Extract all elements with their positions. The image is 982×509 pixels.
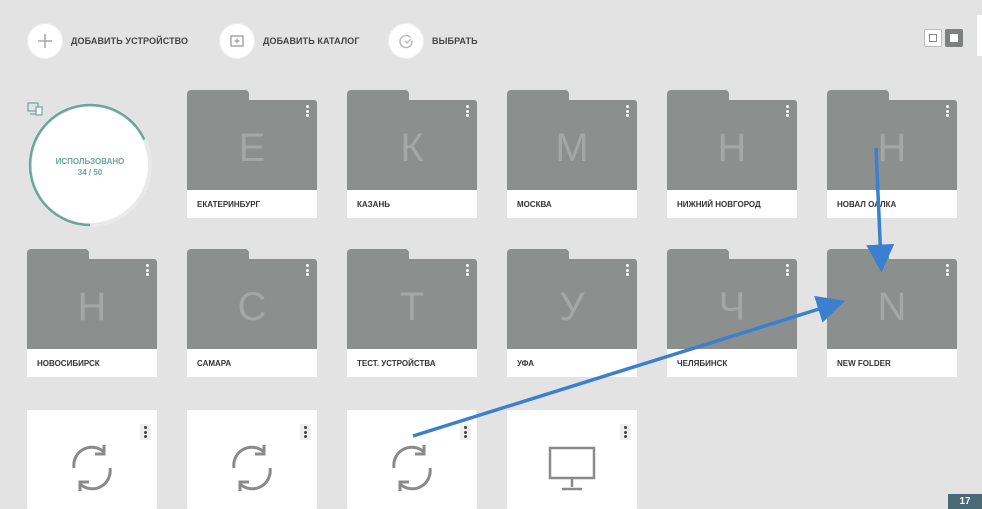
more-options-icon[interactable] xyxy=(783,104,791,118)
add-catalog-label: ДОБАВИТЬ КАТАЛОГ xyxy=(263,36,360,46)
folder-tile[interactable]: Н НОВОСИБИРСК xyxy=(27,249,157,377)
more-options-icon[interactable] xyxy=(943,263,951,277)
corner-badge: 17 xyxy=(948,494,982,509)
folder-letter: Н xyxy=(717,125,747,170)
folder-name: NEW FOLDER xyxy=(827,349,957,377)
view-toggle xyxy=(924,29,963,47)
grid-view-icon[interactable] xyxy=(945,29,963,47)
folder-tile[interactable]: К КАЗАНЬ xyxy=(347,90,477,218)
device-tile[interactable] xyxy=(347,410,477,509)
folder-name: КАЗАНЬ xyxy=(347,190,477,218)
more-options-icon[interactable] xyxy=(143,263,151,277)
device-tile[interactable] xyxy=(187,410,317,509)
more-options-icon[interactable] xyxy=(303,104,311,118)
folder-tile[interactable]: Ч ЧЕЛЯБИНСК xyxy=(667,249,797,377)
select-icon xyxy=(388,23,424,59)
add-catalog-button[interactable]: ДОБАВИТЬ КАТАЛОГ xyxy=(219,23,360,59)
more-options-icon[interactable] xyxy=(463,104,471,118)
usage-label: ИСПОЛЬЗОВАНО xyxy=(55,157,125,166)
folder-letter: С xyxy=(237,284,267,329)
folder-letter: Ч xyxy=(718,284,746,329)
folder-name: НИЖНИЙ НОВГОРОД xyxy=(667,190,797,218)
folder-tile[interactable]: С САМАРА xyxy=(187,249,317,377)
folder-tile[interactable]: Е ЕКАТЕРИНБУРГ xyxy=(187,90,317,218)
folder-name: ЕКАТЕРИНБУРГ xyxy=(187,190,317,218)
folder-letter: Н xyxy=(877,125,907,170)
add-folder-icon xyxy=(219,23,255,59)
folder-letter: К xyxy=(400,125,424,170)
sync-icon xyxy=(27,434,157,509)
device-tile[interactable] xyxy=(507,410,637,509)
folder-name: ТЕСТ. УСТРОЙСТВА xyxy=(347,349,477,377)
folder-tile[interactable]: Н НИЖНИЙ НОВГОРОД xyxy=(667,90,797,218)
folder-tile[interactable]: У УФА xyxy=(507,249,637,377)
scroll-edge xyxy=(977,15,982,56)
folder-tile[interactable]: Н НОВАЛ ОАЛКА xyxy=(827,90,957,218)
add-device-label: ДОБАВИТЬ УСТРОЙСТВО xyxy=(71,36,189,46)
add-device-button[interactable]: ДОБАВИТЬ УСТРОЙСТВО xyxy=(27,23,188,59)
folder-letter: М xyxy=(555,125,589,170)
device-tile[interactable] xyxy=(27,410,157,509)
folder-name: НОВАЛ ОАЛКА xyxy=(827,190,957,218)
folder-letter: У xyxy=(559,284,585,329)
folder-letter: N xyxy=(877,284,907,329)
plus-icon xyxy=(27,23,63,59)
folder-name: ЧЕЛЯБИНСК xyxy=(667,349,797,377)
toolbar: ДОБАВИТЬ УСТРОЙСТВО ДОБАВИТЬ КАТАЛОГ ВЫБ… xyxy=(0,0,982,80)
sync-icon xyxy=(187,434,317,509)
list-view-icon[interactable] xyxy=(924,29,942,47)
folder-tile[interactable]: Т ТЕСТ. УСТРОЙСТВА xyxy=(347,249,477,377)
folder-name: САМАРА xyxy=(187,349,317,377)
devices-icon xyxy=(27,102,43,116)
more-options-icon[interactable] xyxy=(943,104,951,118)
sync-icon xyxy=(347,434,477,509)
folder-tile-new[interactable]: N NEW FOLDER xyxy=(827,249,957,377)
folder-tile[interactable]: М МОСКВА xyxy=(507,90,637,218)
more-options-icon[interactable] xyxy=(623,104,631,118)
folder-name: МОСКВА xyxy=(507,190,637,218)
more-options-icon[interactable] xyxy=(303,263,311,277)
more-options-icon[interactable] xyxy=(463,263,471,277)
folder-letter: Т xyxy=(399,284,425,329)
monitor-icon xyxy=(507,434,637,509)
more-options-icon[interactable] xyxy=(623,263,631,277)
folder-letter: Н xyxy=(77,284,107,329)
usage-count: 34 / 50 xyxy=(77,168,103,177)
select-label: ВЫБРАТЬ xyxy=(432,36,478,46)
folder-name: НОВОСИБИРСК xyxy=(27,349,157,377)
folder-name: УФА xyxy=(507,349,637,377)
select-button[interactable]: ВЫБРАТЬ xyxy=(388,23,478,59)
folder-letter: Е xyxy=(238,125,266,170)
more-options-icon[interactable] xyxy=(783,263,791,277)
usage-indicator: ИСПОЛЬЗОВАНО 34 / 50 xyxy=(27,102,153,228)
